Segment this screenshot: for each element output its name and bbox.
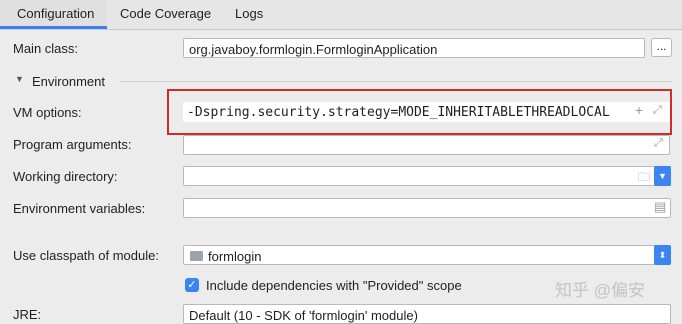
expand-icon[interactable]: ⤢	[653, 104, 662, 117]
working-directory-field[interactable]: 🗀 ▼	[183, 166, 671, 186]
environment-header: Environment	[32, 74, 105, 89]
collapse-triangle-icon[interactable]: ▼	[15, 74, 24, 84]
tab-bar: Configuration Code Coverage Logs	[0, 0, 682, 30]
chevron-down-icon[interactable]: ▼	[654, 166, 671, 186]
browse-main-class-button[interactable]: ...	[651, 38, 672, 57]
module-folder-icon	[190, 251, 203, 261]
add-icon[interactable]: +	[635, 102, 643, 118]
include-dependencies-checkbox[interactable]: ✓	[185, 278, 199, 292]
classpath-module-label: Use classpath of module:	[13, 248, 159, 263]
folder-icon[interactable]: 🗀	[638, 168, 650, 189]
program-arguments-label: Program arguments:	[13, 137, 132, 152]
main-class-value: org.javaboy.formlogin.FormloginApplicati…	[189, 42, 438, 57]
chevron-updown-icon[interactable]: ⬍	[654, 245, 671, 265]
tab-code-coverage[interactable]: Code Coverage	[120, 0, 211, 29]
environment-variables-field[interactable]: ▤	[183, 198, 671, 218]
jre-label: JRE:	[13, 307, 42, 322]
environment-variables-label: Environment variables:	[13, 201, 146, 216]
vm-options-label: VM options:	[13, 105, 82, 120]
main-class-field[interactable]: org.javaboy.formlogin.FormloginApplicati…	[183, 38, 645, 58]
watermark: 知乎 @偏安	[555, 281, 645, 300]
document-icon[interactable]: ▤	[654, 199, 666, 215]
vm-options-field[interactable]: -Dspring.security.strategy=MODE_INHERITA…	[183, 102, 670, 122]
tab-logs[interactable]: Logs	[235, 0, 263, 29]
working-directory-label: Working directory:	[13, 169, 118, 184]
environment-divider	[120, 81, 672, 82]
main-class-label: Main class:	[13, 41, 79, 56]
tab-configuration[interactable]: Configuration	[0, 0, 107, 29]
jre-select[interactable]: Default (10 - SDK of 'formlogin' module)	[183, 304, 671, 324]
program-arguments-field[interactable]: ⤢	[183, 135, 670, 155]
include-dependencies-label: Include dependencies with "Provided" sco…	[206, 278, 462, 293]
classpath-module-value: formlogin	[208, 249, 262, 264]
vm-options-value: -Dspring.security.strategy=MODE_INHERITA…	[187, 105, 610, 120]
expand-icon[interactable]: ⤢	[654, 137, 663, 150]
classpath-module-select[interactable]: formlogin ⬍	[183, 245, 671, 265]
